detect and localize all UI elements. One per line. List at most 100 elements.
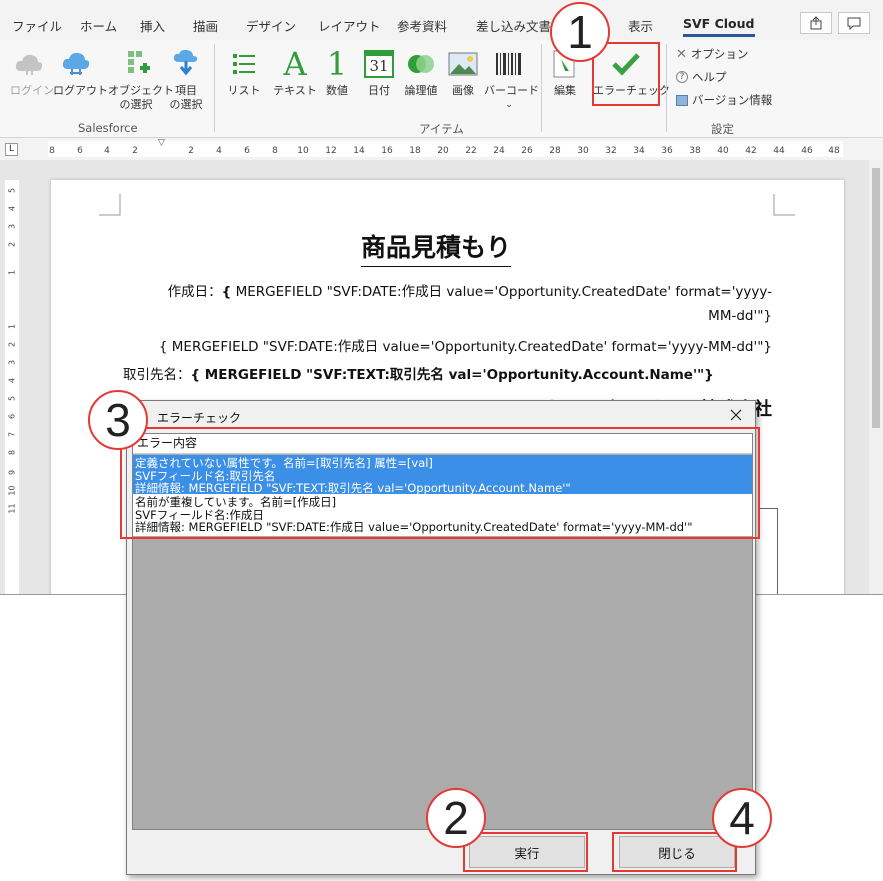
dialog-close-button[interactable] (727, 406, 745, 424)
cloud-login-icon (15, 54, 43, 75)
text-button[interactable]: A テキスト (272, 44, 318, 98)
close-icon (730, 409, 742, 421)
table-border (758, 508, 778, 594)
scrollbar-thumb[interactable] (872, 168, 880, 428)
tab-view[interactable]: 表示 (628, 16, 653, 35)
ruler-number: 26 (521, 146, 533, 156)
ruler-number: 8 (7, 449, 17, 456)
login-label: ログイン (10, 84, 54, 97)
margin-corner-mark (99, 194, 121, 216)
callout-1: 1 (550, 2, 610, 62)
list-button[interactable]: リスト (226, 44, 262, 98)
tab-references[interactable]: 参考資料 (397, 16, 447, 35)
field-select-icon (173, 49, 198, 76)
ruler-number: 3 (7, 359, 17, 366)
vertical-scrollbar[interactable] (869, 160, 883, 594)
run-button-highlight (463, 832, 588, 872)
share-button[interactable] (800, 12, 832, 34)
ruler-number: 1 (7, 323, 17, 330)
callout-3: 3 (88, 390, 148, 450)
version-info-button[interactable]: バージョン情報 (676, 92, 772, 108)
comments-button[interactable] (838, 12, 870, 34)
ruler-number: 4 (7, 205, 17, 212)
select-field-button[interactable]: 項目 の選択 (166, 44, 206, 112)
calendar-icon-day: 31 (369, 57, 389, 75)
logout-button[interactable]: ログアウト (53, 44, 108, 98)
ruler-number: 4 (216, 146, 222, 156)
cloud-logout-icon (62, 52, 90, 75)
help-button[interactable]: ? ヘルプ (676, 69, 727, 85)
field-brace: { (221, 284, 232, 300)
barcode-button[interactable]: バーコード ⌄ (484, 44, 539, 112)
chevron-down-icon: ⌄ (505, 100, 513, 110)
tab-draw[interactable]: 描画 (193, 16, 218, 35)
edit-label: 編集 (554, 84, 576, 97)
date-label: 日付 (368, 84, 390, 97)
text-label: テキスト (273, 84, 317, 97)
close-button-highlight (612, 832, 737, 872)
ribbon: ログイン ログアウト オブジェクト の選択 項目 の選択 Salesforce … (0, 40, 883, 138)
tab-design[interactable]: デザイン (246, 16, 296, 35)
ruler-number: 3 (7, 223, 17, 230)
group-label-settings: 設定 (711, 122, 734, 136)
ruler-number: 2 (132, 146, 138, 156)
list-label: リスト (227, 84, 261, 97)
tab-home[interactable]: ホーム (80, 16, 117, 35)
tab-file[interactable]: ファイル (12, 16, 62, 35)
select-object-button[interactable]: オブジェクト の選択 (108, 44, 174, 112)
tab-svf-cloud[interactable]: SVF Cloud (683, 16, 754, 31)
ruler-number: 6 (244, 146, 250, 156)
barcode-icon (496, 53, 521, 75)
calendar-icon: 31 (364, 50, 394, 78)
horizontal-ruler[interactable]: 8 6 4 2 ▽ 2 4 6 8 10 12 14 16 18 20 22 2… (0, 138, 883, 160)
tab-selector[interactable]: L (5, 143, 18, 156)
ruler-number: 36 (661, 146, 673, 156)
ruler-number: 40 (717, 146, 729, 156)
ruler-number: 32 (605, 146, 617, 156)
object-select-icon (128, 51, 150, 73)
doc-line-created-date-cont: MM-dd'"} (708, 308, 772, 324)
boolean-button[interactable]: 論理値 (402, 44, 440, 98)
login-button[interactable]: ログイン (10, 44, 54, 98)
active-tab-indicator (683, 34, 755, 37)
ruler-number: 20 (437, 146, 449, 156)
tab-mailings[interactable]: 差し込み文書 (476, 16, 551, 35)
date-button[interactable]: 31 日付 (362, 44, 396, 98)
number-label: 数値 (326, 84, 348, 97)
ruler-number: 42 (745, 146, 757, 156)
text-icon: A (283, 45, 307, 83)
tab-layout[interactable]: レイアウト (318, 16, 381, 35)
ruler-number: 22 (465, 146, 477, 156)
ruler-number: 5 (7, 187, 17, 194)
image-button[interactable]: 画像 (446, 44, 480, 98)
ruler-number: 6 (7, 413, 17, 420)
group-separator (666, 44, 667, 132)
created-date-label: 作成日： (167, 284, 222, 300)
select-field-label-2: の選択 (169, 98, 203, 111)
indent-marker-icon: ▽ (158, 138, 165, 148)
ruler-number: 10 (297, 146, 309, 156)
ruler-number: 8 (49, 146, 55, 156)
number-button[interactable]: 1 数値 (322, 44, 352, 98)
ruler-number: 24 (493, 146, 505, 156)
ruler-number: 8 (272, 146, 278, 156)
option-button[interactable]: ✕ オプション (676, 46, 748, 62)
image-label: 画像 (452, 84, 474, 97)
ruler-number: 30 (577, 146, 589, 156)
tab-insert[interactable]: 挿入 (140, 16, 165, 35)
ruler-number: 38 (689, 146, 701, 156)
ruler-number: 2 (188, 146, 194, 156)
ruler-number: 9 (7, 469, 17, 476)
doc-line-created-date-2: { MERGEFIELD "SVF:DATE:作成日 value='Opport… (158, 339, 772, 355)
group-separator (214, 44, 215, 132)
ruler-number: 7 (7, 431, 17, 438)
comment-icon (847, 17, 861, 30)
ruler-number: 48 (828, 146, 840, 156)
ruler-number: 18 (409, 146, 421, 156)
callout-4: 4 (712, 788, 772, 848)
ruler-number: 5 (7, 395, 17, 402)
ribbon-tab-bar: ファイル ホーム 挿入 描画 デザイン レイアウト 参考資料 差し込み文書 表示… (0, 0, 883, 40)
number-icon: 1 (326, 45, 348, 83)
ruler-track: 8 6 4 2 ▽ 2 4 6 8 10 12 14 16 18 20 22 2… (48, 138, 843, 157)
logout-label: ログアウト (53, 84, 108, 97)
